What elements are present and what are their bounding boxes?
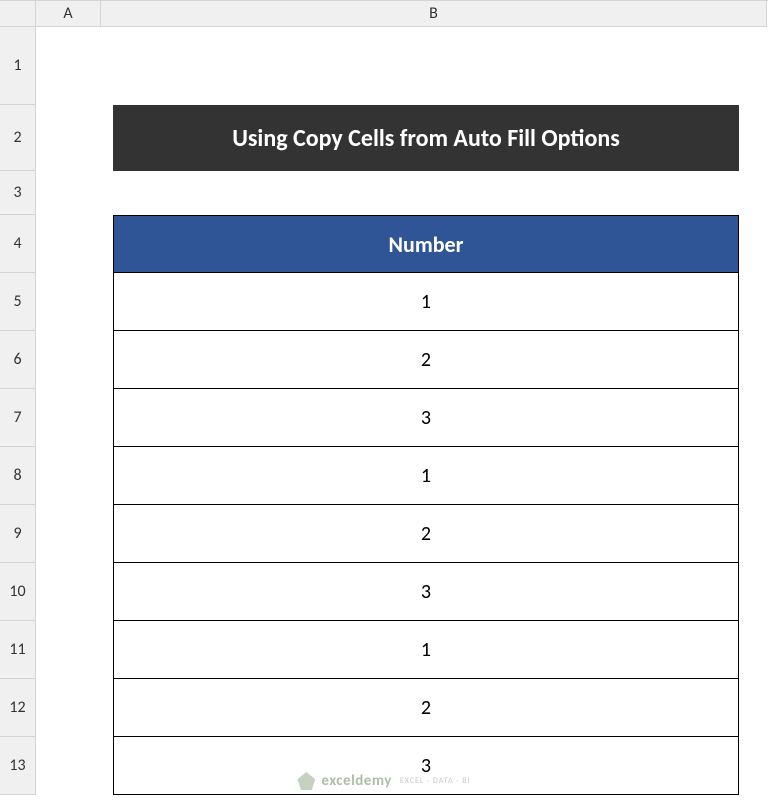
row-header-1[interactable]: 1	[0, 27, 36, 105]
cell-A6[interactable]	[36, 331, 101, 389]
table-row[interactable]: 1	[113, 447, 739, 505]
column-header-B[interactable]: B	[101, 1, 767, 27]
cell-B1[interactable]	[101, 27, 767, 105]
table-row[interactable]: 3	[113, 563, 739, 621]
column-A-cells	[36, 27, 101, 795]
row-header-13[interactable]: 13	[0, 737, 36, 795]
cell-A1[interactable]	[36, 27, 101, 105]
cell-A5[interactable]	[36, 273, 101, 331]
row-header-2[interactable]: 2	[0, 105, 36, 171]
cell-A12[interactable]	[36, 679, 101, 737]
cell-A9[interactable]	[36, 505, 101, 563]
cell-A4[interactable]	[36, 215, 101, 273]
cell-B3[interactable]	[101, 171, 767, 215]
row-header-12[interactable]: 12	[0, 679, 36, 737]
column-B-cells: Using Copy Cells from Auto Fill Options …	[101, 27, 767, 795]
table-row[interactable]: 1	[113, 273, 739, 331]
row-header-3[interactable]: 3	[0, 171, 36, 215]
table-row[interactable]: 2	[113, 505, 739, 563]
table-row[interactable]: 1	[113, 621, 739, 679]
sheet-body: 1 2 3 4 5 6 7 8 9 10 11 12 13 Using Copy…	[0, 27, 768, 795]
row-headers: 1 2 3 4 5 6 7 8 9 10 11 12 13	[0, 27, 36, 795]
row-header-10[interactable]: 10	[0, 563, 36, 621]
row-header-4[interactable]: 4	[0, 215, 36, 273]
table-row[interactable]: 2	[113, 331, 739, 389]
table-row[interactable]: 3	[113, 389, 739, 447]
column-header-row: A B	[0, 0, 768, 27]
select-all-corner[interactable]	[0, 1, 36, 27]
row-header-8[interactable]: 8	[0, 447, 36, 505]
table-row[interactable]: 2	[113, 679, 739, 737]
row-header-7[interactable]: 7	[0, 389, 36, 447]
column-header-A[interactable]: A	[36, 1, 101, 27]
title-cell[interactable]: Using Copy Cells from Auto Fill Options	[113, 105, 739, 171]
table-row[interactable]: 3	[113, 737, 739, 795]
cell-A13[interactable]	[36, 737, 101, 795]
cell-A2[interactable]	[36, 105, 101, 171]
row-header-9[interactable]: 9	[0, 505, 36, 563]
cell-A7[interactable]	[36, 389, 101, 447]
row-header-11[interactable]: 11	[0, 621, 36, 679]
cell-A8[interactable]	[36, 447, 101, 505]
row-header-6[interactable]: 6	[0, 331, 36, 389]
cell-A11[interactable]	[36, 621, 101, 679]
row-header-5[interactable]: 5	[0, 273, 36, 331]
cell-A10[interactable]	[36, 563, 101, 621]
table-header-cell[interactable]: Number	[113, 215, 739, 273]
cell-A3[interactable]	[36, 171, 101, 215]
